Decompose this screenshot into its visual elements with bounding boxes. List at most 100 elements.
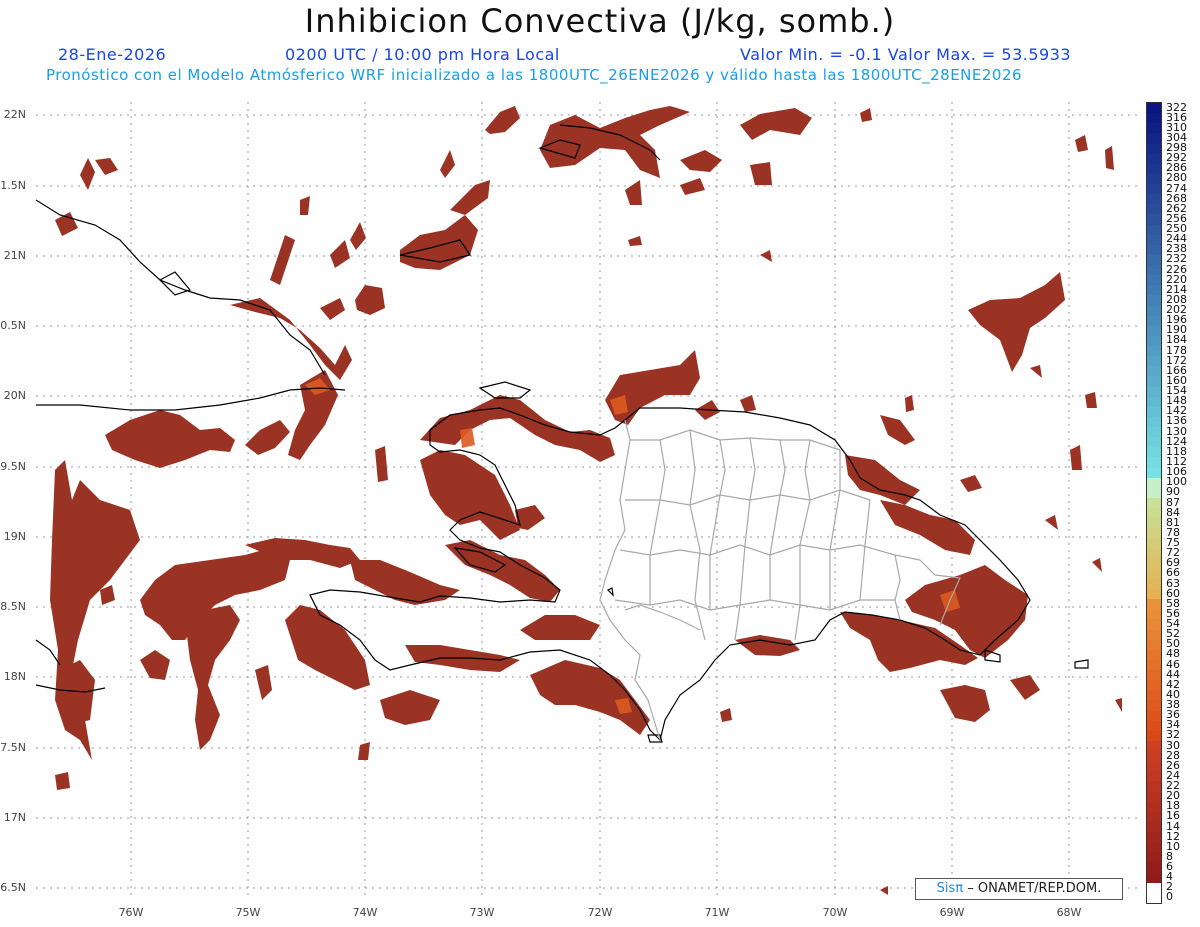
cin-area [300,196,310,215]
cin-area [740,108,812,140]
colorbar-segment [1147,265,1161,276]
cin-area [140,650,170,680]
colorbar-segment [1147,629,1161,641]
lon-label: 75W [235,906,261,919]
cin-area [1092,558,1102,572]
colorbar-segment [1147,892,1161,904]
colorbar-segment [1147,184,1161,195]
cin-area [358,742,370,760]
graticule [36,102,1138,900]
cin-area-high [460,428,475,448]
colorbar-segment [1147,568,1161,580]
colorbar-segment [1147,123,1161,134]
colorbar-segment [1147,285,1161,296]
colorbar-segment [1147,720,1161,732]
province-line [709,439,726,610]
cin-area [628,236,642,246]
lon-label: 74W [352,906,378,919]
colorbar-segment [1147,538,1161,550]
cin-area [1070,445,1082,470]
colorbar-segment [1147,599,1161,610]
colorbar-segment [1147,335,1161,347]
colorbar-segment [1147,224,1161,236]
lon-label: 68W [1056,906,1082,919]
colorbar-segment [1147,244,1161,256]
colorbar-segment [1147,366,1161,377]
hispaniola-coast [309,407,1031,742]
province-line [794,439,811,641]
cin-area [420,450,520,540]
colorbar-segment [1147,751,1161,762]
colorbar-segment [1147,396,1161,408]
cuba-north-coast [35,199,326,376]
colorbar-segment [1147,163,1161,175]
lat-label: 9.5N [0,460,26,473]
colorbar-segment [1147,214,1161,226]
colorbar-segment [1147,376,1161,388]
colorbar-segment [1147,619,1161,631]
cin-area [530,660,650,735]
colorbar-segment [1147,386,1161,398]
cay-coast [159,271,192,296]
province-line [894,554,901,621]
colorbar-segment [1147,346,1161,357]
cin-area [245,420,290,455]
cin-area [540,106,690,178]
province-line [734,437,756,641]
province-line [689,429,706,641]
cin-area [680,178,705,195]
cin-area [80,158,95,190]
cin-area [105,410,235,468]
map-title: Inhibicion Convectiva (J/kg, somb.) [304,2,896,40]
lat-label: 22N [3,108,26,121]
colorbar-segment [1147,295,1161,307]
lon-label: 70W [822,906,848,919]
cin-area [375,446,388,482]
colorbar-segment [1147,609,1161,620]
cin-area [55,772,70,790]
forecast-description: Pronóstico con el Modelo Atmósferico WRF… [46,66,1023,84]
lat-label: 19N [3,530,26,543]
colorbar-segment [1147,477,1161,489]
cin-area [270,235,295,285]
cin-area [350,560,460,605]
cin-area [55,212,78,236]
jamaica-coast [35,639,61,666]
province-line [649,439,666,605]
lat-label: 18N [3,670,26,683]
cin-area [750,162,772,185]
lat-label: 6.5N [0,881,26,894]
cuba-coast [36,387,346,411]
cin-area [1105,146,1114,170]
cin-area [968,272,1065,372]
cin-area [625,180,642,205]
province-line [624,604,701,631]
colorbar-segment [1147,811,1161,823]
cin-area [1085,392,1097,408]
province-boundaries [599,419,961,741]
lon-label: 73W [469,906,495,919]
cin-area [330,240,350,268]
mona-coast [1074,659,1089,669]
colorbar-segment [1147,447,1161,458]
navassa-coast [606,587,614,597]
cin-area [100,585,115,605]
colorbar-segment [1147,740,1161,752]
cin-area [95,158,118,175]
colorbar-segment [1147,497,1161,509]
province-line [769,439,786,600]
colorbar-segment [1147,508,1161,519]
cin-area [255,665,272,700]
colorbar-segment [1147,173,1161,185]
cin-shading [50,106,1122,895]
cin-area [350,222,366,250]
colorbar-segment [1147,659,1161,671]
lon-label: 71W [704,906,730,919]
colorbar-segment [1147,437,1161,448]
colorbar-segment [1147,113,1161,124]
colorbar-segment [1147,143,1161,155]
cin-area [1010,675,1040,700]
credit-box: Sisπ – ONAMET/REP.DOM. [915,878,1123,900]
colorbar-segment [1147,700,1161,712]
colorbar-segment [1147,832,1161,843]
